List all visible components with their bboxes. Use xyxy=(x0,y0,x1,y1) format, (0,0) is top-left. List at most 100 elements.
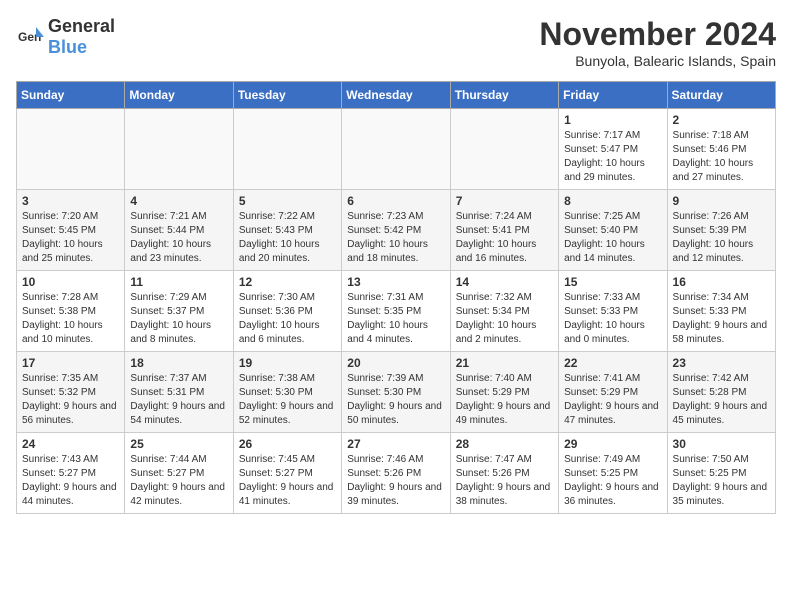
calendar-cell xyxy=(342,109,450,190)
day-number: 6 xyxy=(347,194,444,208)
calendar-cell: 9Sunrise: 7:26 AM Sunset: 5:39 PM Daylig… xyxy=(667,190,775,271)
calendar-cell: 17Sunrise: 7:35 AM Sunset: 5:32 PM Dayli… xyxy=(17,352,125,433)
calendar-cell: 26 Sunrise: 7:45 AM Sunset: 5:27 PM Dayli… xyxy=(233,433,341,514)
calendar-week-row: 17Sunrise: 7:35 AM Sunset: 5:32 PM Dayli… xyxy=(17,352,776,433)
month-title: November 2024 xyxy=(539,16,776,53)
day-number: 22 xyxy=(564,356,661,370)
day-info: Sunrise: 7:33 AM Sunset: 5:33 PM Dayligh… xyxy=(564,291,661,347)
day-number: 8 xyxy=(564,194,661,208)
calendar-header-cell: Wednesday xyxy=(342,82,450,109)
calendar-cell: 12 Sunrise: 7:30 AM Sunset: 5:36 PM Dayli… xyxy=(233,271,341,352)
calendar-cell: 23Sunrise: 7:42 AM Sunset: 5:28 PM Dayli… xyxy=(667,352,775,433)
day-number: 2 xyxy=(673,113,770,127)
day-number: 10 xyxy=(22,275,119,289)
day-info: Sunrise: 7:39 AM Sunset: 5:30 PM Dayligh… xyxy=(347,372,444,428)
day-info: Sunrise: 7:20 AM Sunset: 5:45 PM Dayligh… xyxy=(22,210,119,266)
day-number: 28 xyxy=(456,437,553,451)
day-number: 1 xyxy=(564,113,661,127)
day-info: Sunrise: 7:29 AM Sunset: 5:37 PM Dayligh… xyxy=(130,291,227,347)
calendar-table: SundayMondayTuesdayWednesdayThursdayFrid… xyxy=(16,81,776,514)
calendar-cell: 24 Sunrise: 7:43 AM Sunset: 5:27 PM Dayli… xyxy=(17,433,125,514)
day-number: 26 xyxy=(239,437,336,451)
day-info: Sunrise: 7:41 AM Sunset: 5:29 PM Dayligh… xyxy=(564,372,661,428)
logo: Gen General Blue xyxy=(16,16,115,58)
day-info: Sunrise: 7:30 AM Sunset: 5:36 PM Dayligh… xyxy=(239,291,336,347)
day-info: Sunrise: 7:46 AM Sunset: 5:26 PM Dayligh… xyxy=(347,453,444,509)
day-number: 18 xyxy=(130,356,227,370)
day-info: Sunrise: 7:21 AM Sunset: 5:44 PM Dayligh… xyxy=(130,210,227,266)
day-info: Sunrise: 7:38 AM Sunset: 5:30 PM Dayligh… xyxy=(239,372,336,428)
day-info: Sunrise: 7:34 AM Sunset: 5:33 PM Dayligh… xyxy=(673,291,770,347)
day-info: Sunrise: 7:50 AM Sunset: 5:25 PM Dayligh… xyxy=(673,453,770,509)
calendar-cell xyxy=(450,109,558,190)
day-info: Sunrise: 7:17 AM Sunset: 5:47 PM Dayligh… xyxy=(564,129,661,185)
day-info: Sunrise: 7:37 AM Sunset: 5:31 PM Dayligh… xyxy=(130,372,227,428)
calendar-header-cell: Thursday xyxy=(450,82,558,109)
day-info: Sunrise: 7:26 AM Sunset: 5:39 PM Dayligh… xyxy=(673,210,770,266)
calendar-header-row: SundayMondayTuesdayWednesdayThursdayFrid… xyxy=(17,82,776,109)
day-number: 11 xyxy=(130,275,227,289)
calendar-week-row: 24 Sunrise: 7:43 AM Sunset: 5:27 PM Dayli… xyxy=(17,433,776,514)
title-block: November 2024 Bunyola, Balearic Islands,… xyxy=(539,16,776,69)
calendar-cell: 3 Sunrise: 7:20 AM Sunset: 5:45 PM Daylig… xyxy=(17,190,125,271)
day-info: Sunrise: 7:23 AM Sunset: 5:42 PM Dayligh… xyxy=(347,210,444,266)
day-number: 16 xyxy=(673,275,770,289)
day-info: Sunrise: 7:40 AM Sunset: 5:29 PM Dayligh… xyxy=(456,372,553,428)
day-info: Sunrise: 7:35 AM Sunset: 5:32 PM Dayligh… xyxy=(22,372,119,428)
calendar-week-row: 1 Sunrise: 7:17 AM Sunset: 5:47 PM Daylig… xyxy=(17,109,776,190)
day-number: 7 xyxy=(456,194,553,208)
calendar-cell: 29Sunrise: 7:49 AM Sunset: 5:25 PM Dayli… xyxy=(559,433,667,514)
calendar-cell: 11 Sunrise: 7:29 AM Sunset: 5:37 PM Dayli… xyxy=(125,271,233,352)
calendar-cell: 27 Sunrise: 7:46 AM Sunset: 5:26 PM Dayli… xyxy=(342,433,450,514)
calendar-header-cell: Monday xyxy=(125,82,233,109)
day-number: 25 xyxy=(130,437,227,451)
day-number: 27 xyxy=(347,437,444,451)
day-number: 21 xyxy=(456,356,553,370)
day-number: 15 xyxy=(564,275,661,289)
logo-icon: Gen xyxy=(16,23,44,51)
day-info: Sunrise: 7:25 AM Sunset: 5:40 PM Dayligh… xyxy=(564,210,661,266)
day-info: Sunrise: 7:45 AM Sunset: 5:27 PM Dayligh… xyxy=(239,453,336,509)
day-info: Sunrise: 7:49 AM Sunset: 5:25 PM Dayligh… xyxy=(564,453,661,509)
calendar-cell: 16 Sunrise: 7:34 AM Sunset: 5:33 PM Dayli… xyxy=(667,271,775,352)
day-number: 14 xyxy=(456,275,553,289)
day-info: Sunrise: 7:42 AM Sunset: 5:28 PM Dayligh… xyxy=(673,372,770,428)
day-number: 3 xyxy=(22,194,119,208)
day-info: Sunrise: 7:47 AM Sunset: 5:26 PM Dayligh… xyxy=(456,453,553,509)
calendar-header-cell: Saturday xyxy=(667,82,775,109)
logo-blue: Blue xyxy=(48,37,87,57)
day-number: 13 xyxy=(347,275,444,289)
calendar-cell: 10 Sunrise: 7:28 AM Sunset: 5:38 PM Dayli… xyxy=(17,271,125,352)
calendar-cell: 28 Sunrise: 7:47 AM Sunset: 5:26 PM Dayli… xyxy=(450,433,558,514)
calendar-cell: 22 Sunrise: 7:41 AM Sunset: 5:29 PM Dayli… xyxy=(559,352,667,433)
calendar-header-cell: Friday xyxy=(559,82,667,109)
day-info: Sunrise: 7:28 AM Sunset: 5:38 PM Dayligh… xyxy=(22,291,119,347)
calendar-cell: 8 Sunrise: 7:25 AM Sunset: 5:40 PM Daylig… xyxy=(559,190,667,271)
day-number: 5 xyxy=(239,194,336,208)
day-number: 12 xyxy=(239,275,336,289)
calendar-week-row: 3 Sunrise: 7:20 AM Sunset: 5:45 PM Daylig… xyxy=(17,190,776,271)
calendar-cell: 19 Sunrise: 7:38 AM Sunset: 5:30 PM Dayli… xyxy=(233,352,341,433)
day-number: 4 xyxy=(130,194,227,208)
calendar-cell: 13Sunrise: 7:31 AM Sunset: 5:35 PM Dayli… xyxy=(342,271,450,352)
page-header: Gen General Blue November 2024 Bunyola, … xyxy=(16,16,776,69)
location: Bunyola, Balearic Islands, Spain xyxy=(539,53,776,69)
logo-general: General xyxy=(48,16,115,36)
day-number: 24 xyxy=(22,437,119,451)
day-number: 20 xyxy=(347,356,444,370)
day-info: Sunrise: 7:32 AM Sunset: 5:34 PM Dayligh… xyxy=(456,291,553,347)
day-info: Sunrise: 7:44 AM Sunset: 5:27 PM Dayligh… xyxy=(130,453,227,509)
day-info: Sunrise: 7:43 AM Sunset: 5:27 PM Dayligh… xyxy=(22,453,119,509)
calendar-cell: 4 Sunrise: 7:21 AM Sunset: 5:44 PM Daylig… xyxy=(125,190,233,271)
calendar-week-row: 10 Sunrise: 7:28 AM Sunset: 5:38 PM Dayli… xyxy=(17,271,776,352)
day-number: 19 xyxy=(239,356,336,370)
calendar-cell: 21 Sunrise: 7:40 AM Sunset: 5:29 PM Dayli… xyxy=(450,352,558,433)
calendar-cell: 18 Sunrise: 7:37 AM Sunset: 5:31 PM Dayli… xyxy=(125,352,233,433)
calendar-cell: 14 Sunrise: 7:32 AM Sunset: 5:34 PM Dayli… xyxy=(450,271,558,352)
calendar-cell: 25 Sunrise: 7:44 AM Sunset: 5:27 PM Dayli… xyxy=(125,433,233,514)
day-number: 30 xyxy=(673,437,770,451)
day-info: Sunrise: 7:22 AM Sunset: 5:43 PM Dayligh… xyxy=(239,210,336,266)
calendar-cell: 20 Sunrise: 7:39 AM Sunset: 5:30 PM Dayli… xyxy=(342,352,450,433)
calendar-body: 1 Sunrise: 7:17 AM Sunset: 5:47 PM Daylig… xyxy=(17,109,776,514)
calendar-cell xyxy=(125,109,233,190)
